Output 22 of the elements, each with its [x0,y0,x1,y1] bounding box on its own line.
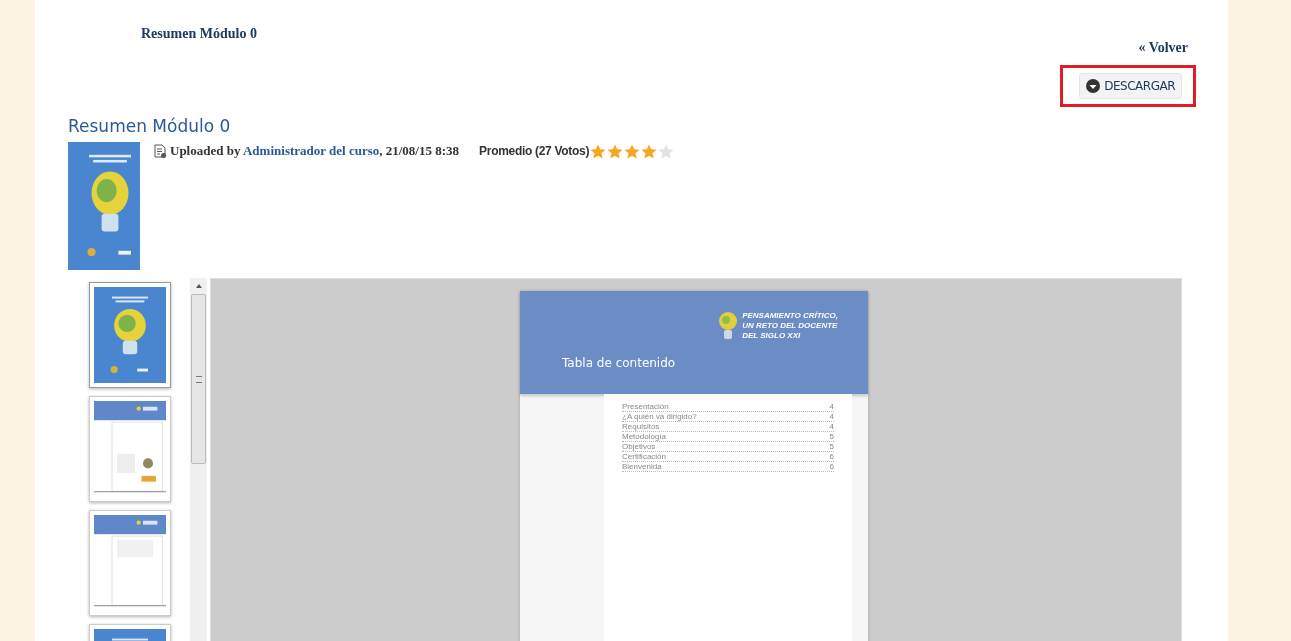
toc-entry: Certificación [622,452,666,461]
toc-entry: Bienvenida [622,462,662,471]
toc-page-number: 4 [829,422,834,431]
page-heading-text: Tabla de contenido [562,356,677,370]
document-title: Resumen Módulo 0 [68,116,232,136]
toc-page-number: 6 [829,452,834,461]
toc-page-number: 6 [829,462,834,471]
rating-label: Promedio (27 Votos) [479,144,590,158]
toc-entry: Requisitos [622,422,660,431]
page-heading: Resumen Módulo 0 [141,26,257,43]
header-title: PENSAMIENTO CRÍTICO, UN RETO DEL DOCENTE DEL SIGLO XXI [742,311,838,341]
download-button[interactable]: DESCARGAR [1079,73,1182,99]
toc-page-number: 4 [829,402,834,411]
toc-entry: ¿A quién va dirigido? [622,412,697,421]
toc-page-number: 5 [829,442,834,451]
toc-entry: Objetivos [622,442,656,451]
toc-page-number: 4 [829,412,834,421]
toc-page-number: 5 [829,432,834,441]
toc-entry: Metodología [622,432,667,441]
toc-entry: Presentación [622,402,669,411]
back-link[interactable]: « Volver [1138,40,1188,56]
upload-info: Uploaded by Administrador del curso, 21/08/15 8:38 [170,143,460,159]
